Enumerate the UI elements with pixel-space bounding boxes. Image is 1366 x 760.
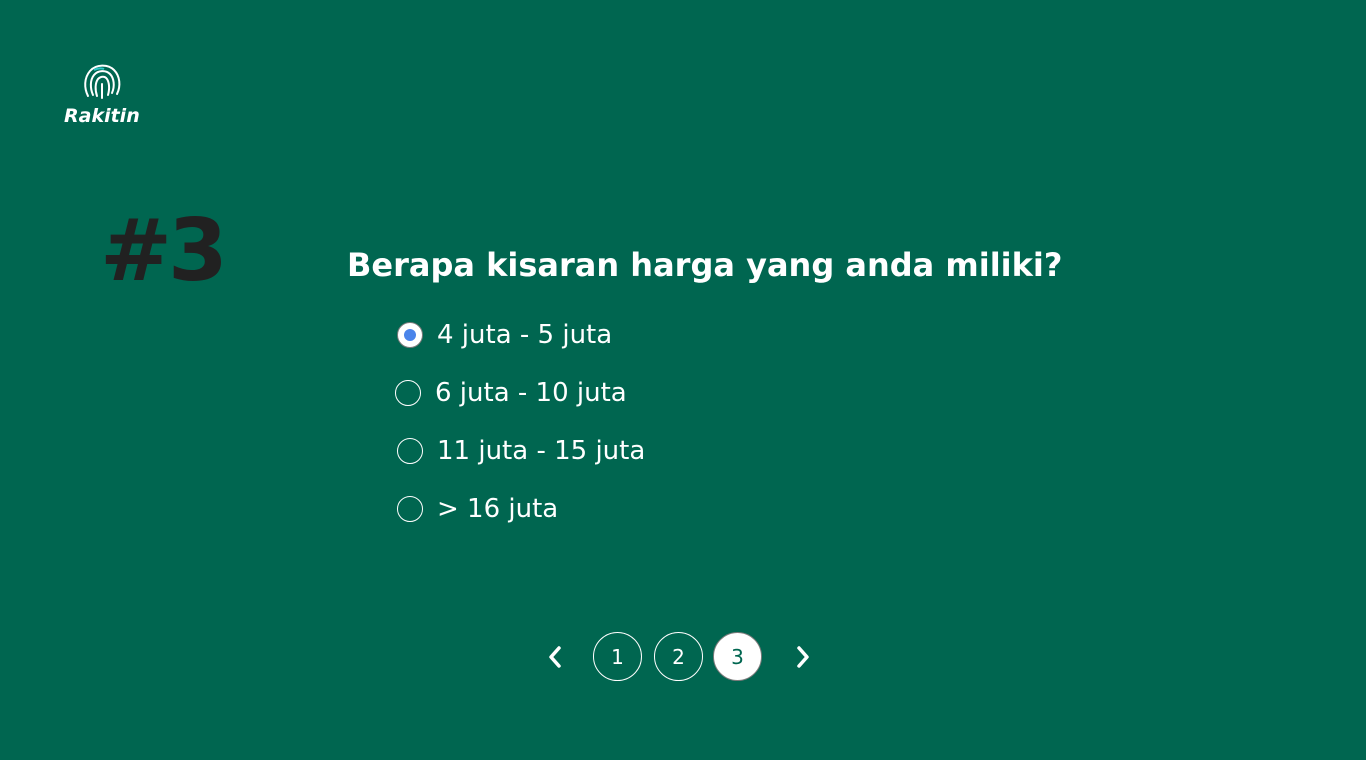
question-number: #3	[100, 201, 228, 301]
next-button[interactable]	[788, 642, 818, 672]
page-number: 1	[611, 644, 624, 669]
option-4[interactable]: > 16 juta	[397, 494, 558, 524]
page-button-1[interactable]: 1	[593, 632, 642, 681]
page-number: 2	[672, 644, 685, 669]
question-title: Berapa kisaran harga yang anda miliki?	[347, 246, 1063, 284]
option-label: 4 juta - 5 juta	[437, 320, 613, 350]
brand-name: Rakitin	[64, 105, 140, 127]
radio-button[interactable]	[395, 380, 421, 406]
radio-button[interactable]	[397, 322, 423, 348]
option-1[interactable]: 4 juta - 5 juta	[397, 320, 612, 350]
chevron-right-icon	[797, 646, 809, 668]
pagination: 1 2 3	[540, 632, 830, 682]
prev-button[interactable]	[540, 642, 570, 672]
question-page: Rakitin #3 Berapa kisaran harga yang and…	[0, 0, 1366, 760]
option-2[interactable]: 6 juta - 10 juta	[395, 378, 627, 408]
option-label: > 16 juta	[437, 494, 559, 524]
chevron-left-icon	[549, 646, 561, 668]
brand-logo[interactable]: Rakitin	[64, 62, 140, 128]
radio-button[interactable]	[397, 438, 423, 464]
page-button-3[interactable]: 3	[713, 632, 762, 681]
fingerprint-icon	[84, 64, 121, 99]
page-number: 3	[731, 644, 744, 669]
page-button-2[interactable]: 2	[654, 632, 703, 681]
radio-button[interactable]	[397, 496, 423, 522]
option-label: 6 juta - 10 juta	[435, 378, 627, 408]
option-3[interactable]: 11 juta - 15 juta	[397, 436, 645, 466]
option-label: 11 juta - 15 juta	[437, 436, 646, 466]
